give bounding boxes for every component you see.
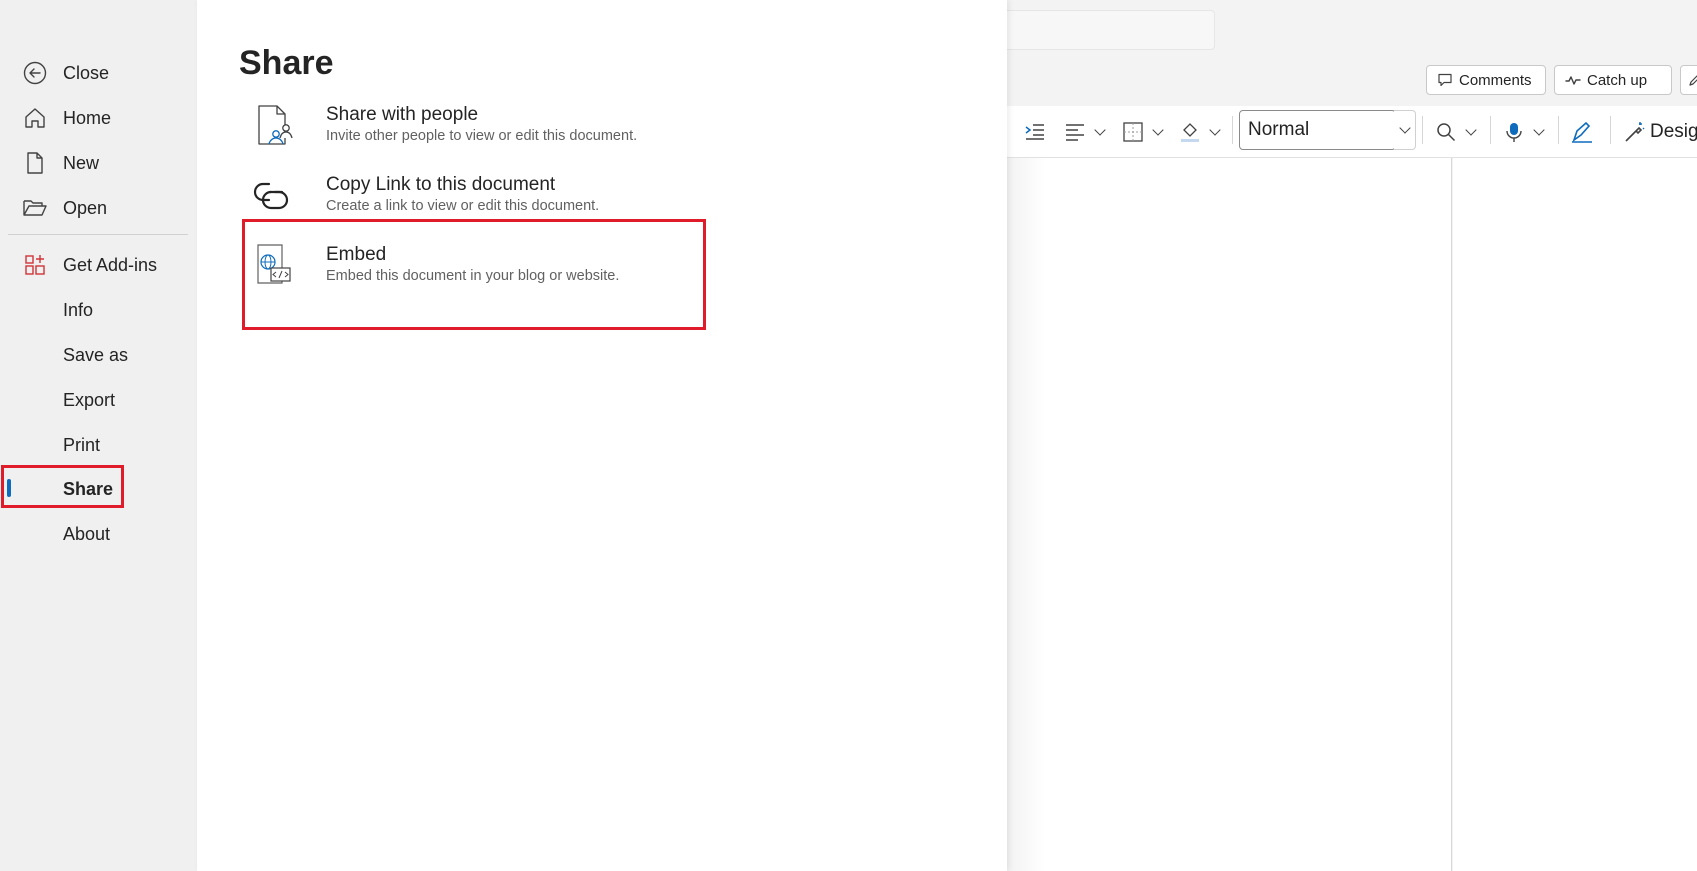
- nav-label: New: [63, 152, 100, 173]
- borders-button[interactable]: [1122, 116, 1166, 148]
- chevron-down-icon: [1465, 124, 1477, 136]
- search-box[interactable]: [990, 10, 1215, 50]
- nav-label: Print: [63, 434, 101, 455]
- chevron-down-icon: [1398, 122, 1411, 134]
- document-page[interactable]: [1006, 158, 1452, 871]
- catch-up-button[interactable]: Catch up: [1554, 65, 1672, 95]
- highlight-box-share: [1, 465, 124, 508]
- paint-bucket-icon: [1181, 123, 1199, 142]
- editing-button[interactable]: [1680, 65, 1697, 95]
- ribbon-separator: [1232, 116, 1233, 144]
- find-button[interactable]: [1435, 116, 1479, 148]
- catch-up-label: Catch up: [1587, 71, 1648, 89]
- shading-button[interactable]: [1179, 116, 1223, 148]
- new-document-icon: [22, 150, 48, 176]
- style-value: Normal: [1248, 119, 1310, 140]
- comments-button[interactable]: Comments: [1426, 65, 1546, 95]
- nav-label: Get Add-ins: [63, 254, 158, 275]
- home-icon: [22, 105, 48, 131]
- nav-item-export[interactable]: Export: [0, 378, 197, 422]
- backstage-nav: Close Home New Open Get Add-ins Info Sav…: [0, 0, 197, 871]
- search-icon: [1437, 123, 1456, 142]
- nav-item-info[interactable]: Info: [0, 288, 197, 332]
- option-description: Invite other people to view or edit this…: [326, 128, 638, 144]
- nav-item-open[interactable]: Open: [0, 186, 197, 230]
- nav-item-home[interactable]: Home: [0, 96, 197, 140]
- document-shadow: [1006, 158, 1046, 871]
- nav-label: Open: [63, 197, 108, 218]
- indent-button[interactable]: [1024, 116, 1046, 148]
- ribbon-separator: [1490, 116, 1491, 144]
- dictate-button[interactable]: [1503, 116, 1547, 148]
- share-with-people-option[interactable]: Share with people Invite other people to…: [239, 104, 699, 170]
- nav-item-save-as[interactable]: Save as: [0, 333, 197, 377]
- designer-icon: [1625, 122, 1645, 142]
- style-dropdown-button[interactable]: [1394, 110, 1416, 150]
- chevron-down-icon: [1152, 124, 1164, 136]
- increase-indent-icon: [1025, 124, 1044, 140]
- microphone-icon: [1506, 123, 1522, 142]
- editor-button[interactable]: [1570, 116, 1594, 148]
- ribbon-separator: [1422, 116, 1423, 144]
- editor-pen-icon: [1572, 121, 1592, 143]
- pencil-icon: [1689, 75, 1697, 86]
- designer-button[interactable]: Designer: [1622, 116, 1697, 148]
- folder-open-icon: [22, 195, 48, 221]
- share-people-icon: [253, 104, 297, 152]
- nav-label: Info: [63, 299, 94, 320]
- document-margin-area: [1453, 158, 1697, 871]
- align-button[interactable]: [1064, 116, 1108, 148]
- comments-label: Comments: [1459, 71, 1532, 89]
- option-description: Create a link to view or edit this docum…: [326, 198, 600, 214]
- nav-item-new[interactable]: New: [0, 141, 197, 185]
- designer-label: Designer: [1650, 121, 1697, 142]
- ribbon-separator: [1610, 116, 1611, 144]
- comment-icon: [1438, 73, 1452, 87]
- nav-label: Save as: [63, 344, 129, 365]
- nav-label: About: [63, 523, 111, 544]
- nav-item-close[interactable]: Close: [0, 51, 197, 95]
- page-title: Share: [239, 44, 334, 82]
- chevron-down-icon: [1094, 124, 1106, 136]
- nav-item-print[interactable]: Print: [0, 423, 197, 467]
- pulse-icon: [1565, 76, 1581, 85]
- style-selector[interactable]: Normal: [1239, 110, 1396, 150]
- nav-item-get-add-ins[interactable]: Get Add-ins: [0, 243, 197, 287]
- highlight-box-embed: [242, 219, 706, 330]
- share-panel: Share Share with people Invite other peo…: [197, 0, 1007, 871]
- nav-label: Home: [63, 107, 112, 128]
- link-icon: [253, 174, 297, 222]
- nav-item-about[interactable]: About: [0, 512, 197, 556]
- chevron-down-icon: [1209, 124, 1221, 136]
- nav-label: Close: [63, 62, 110, 83]
- ribbon-separator: [1558, 116, 1559, 144]
- back-arrow-circle-icon: [22, 60, 48, 86]
- chevron-down-icon: [1533, 124, 1545, 136]
- option-title: Copy Link to this document: [326, 174, 556, 195]
- borders-icon: [1123, 122, 1143, 142]
- add-ins-icon: [22, 252, 48, 278]
- nav-label: Export: [63, 389, 116, 410]
- align-left-icon: [1066, 124, 1084, 141]
- option-title: Share with people: [326, 104, 479, 125]
- nav-divider: [8, 234, 188, 235]
